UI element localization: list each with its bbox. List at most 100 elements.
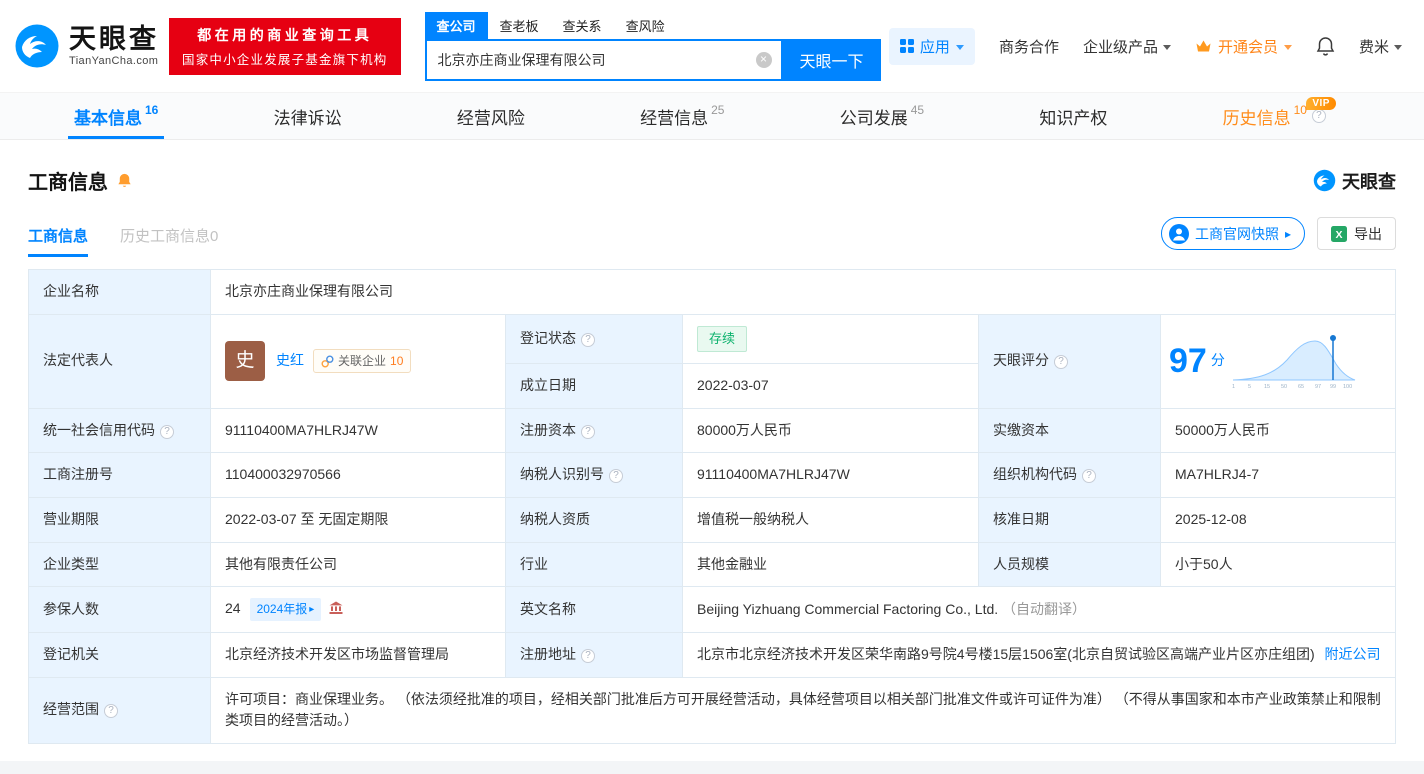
term-value-cell: 2022-03-07 至 无固定期限 [210, 496, 506, 543]
apps-menu[interactable]: 应用 [888, 27, 975, 65]
address-label-cell: 注册地址? [505, 631, 683, 678]
section-title-wrap: 工商信息 [28, 166, 133, 195]
menu-vip-label: 开通会员 [1217, 38, 1278, 56]
reg-authority-value-cell: 北京经济技术开发区市场监督管理局 [210, 631, 506, 678]
legal-rep-avatar[interactable]: 史 [225, 341, 265, 382]
nav-tab-count: 16 [145, 103, 159, 117]
reg-capital-label: 注册资本 [520, 421, 576, 438]
org-code-value-cell: MA7HLRJ4-7 [1160, 452, 1396, 498]
scope-label-cell: 经营范围? [28, 676, 211, 744]
legal-rep-label-cell: 法定代表人 [28, 313, 211, 409]
nav-tab-label: 知识产权 [1039, 108, 1108, 128]
nav-tab-label: 法律诉讼 [273, 108, 342, 128]
crown-icon [1196, 40, 1211, 52]
caret-down-icon [1162, 44, 1171, 50]
main-content: 工商信息 天眼查 工商信息 历史工商信息0 工商官网快照 ▸ X 导出 企业名称… [0, 166, 1424, 744]
menu-enterprise-products[interactable]: 企业级产品 [1083, 36, 1171, 57]
status-badge: 存续 [697, 325, 748, 352]
search-tab-boss[interactable]: 查老板 [488, 12, 551, 39]
subscribe-bell-icon[interactable] [116, 172, 133, 189]
search-button[interactable]: 天眼一下 [782, 38, 881, 81]
reg-status-value-cell: 存续 [682, 313, 979, 364]
taxpayer-quality-value: 增值税一般纳税人 [697, 510, 809, 527]
nav-tab-intellectual-property[interactable]: 知识产权 [1029, 93, 1117, 139]
nearby-companies-link[interactable]: 附近公司 [1325, 646, 1381, 662]
help-icon[interactable]: ? [581, 648, 595, 663]
table-row: 登记机关 北京经济技术开发区市场监督管理局 注册地址? 北京市北京经济技术开发区… [28, 631, 1396, 678]
annual-report-tag[interactable]: 2024年报 ▸ [249, 598, 322, 621]
logo-text: 天眼查 TianYanCha.com [69, 23, 159, 68]
related-companies-label: 关联企业 [338, 353, 387, 368]
legal-rep-name-link[interactable]: 史红 [276, 350, 304, 372]
help-icon[interactable]: ? [160, 424, 174, 439]
reg-authority-label: 登记机关 [43, 645, 99, 662]
help-icon[interactable]: ? [1082, 469, 1096, 484]
scope-label: 经营范围 [43, 701, 99, 718]
score-distribution-chart: 1 5 15 50 65 97 99 100 [1232, 335, 1355, 390]
search-input-wrap: × [424, 38, 783, 81]
legal-rep-label: 法定代表人 [43, 352, 113, 369]
paid-capital-label: 实缴资本 [993, 421, 1049, 438]
nav-tab-basic-info[interactable]: 基本信息 16 [64, 93, 168, 139]
notifications-button[interactable] [1316, 36, 1335, 57]
menu-open-vip[interactable]: 开通会员 [1195, 36, 1292, 57]
government-building-icon[interactable] [329, 601, 343, 615]
help-icon[interactable]: ? [581, 332, 595, 347]
svg-text:100: 100 [1343, 384, 1352, 390]
section-header: 工商信息 天眼查 [28, 166, 1396, 195]
taxpayer-quality-label-cell: 纳税人资质 [505, 496, 683, 543]
credit-code-value: 91110400MA7HLRJ47W [225, 421, 378, 438]
clear-search-icon[interactable]: × [755, 51, 772, 68]
caret-down-icon [1394, 44, 1402, 50]
org-code-label: 组织机构代码 [993, 466, 1077, 483]
svg-text:5: 5 [1248, 384, 1251, 390]
user-name: 费米 [1358, 38, 1389, 56]
nav-tab-legal[interactable]: 法律诉讼 [264, 93, 352, 139]
subtab-business-info[interactable]: 工商信息 [28, 225, 89, 257]
subtab-history-business-info[interactable]: 历史工商信息0 [120, 225, 218, 257]
slogan-line1: 都在用的商业查询工具 [197, 26, 373, 43]
nav-tab-operating-info[interactable]: 经营信息 25 [630, 93, 734, 139]
export-button[interactable]: X 导出 [1317, 217, 1396, 250]
company-name-value: 北京亦庄商业保理有限公司 [225, 283, 393, 299]
help-icon[interactable]: ? [609, 469, 623, 484]
industry-label: 行业 [520, 555, 548, 572]
slogan-banner: 都在用的商业查询工具 国家中小企业发展子基金旗下机构 [169, 17, 401, 75]
menu-cooperation[interactable]: 商务合作 [999, 36, 1059, 57]
reg-status-label-cell: 登记状态? [505, 313, 683, 364]
nav-tab-company-development[interactable]: 公司发展 45 [830, 93, 934, 139]
nav-tab-count: 45 [910, 103, 925, 117]
caret-down-icon [1283, 44, 1292, 50]
search-tab-relation[interactable]: 查关系 [551, 12, 614, 39]
user-menu[interactable]: 费米 [1359, 36, 1402, 57]
reg-authority-label-cell: 登记机关 [28, 631, 211, 678]
address-value-cell: 北京市北京经济技术开发区荣华南路9号院4号楼15层1506室(北京自贸试验区高端… [682, 631, 1396, 678]
table-row: 统一社会信用代码? 91110400MA7HLRJ47W 注册资本? 80000… [28, 407, 1396, 454]
help-icon[interactable]: ? [581, 424, 595, 439]
taxpayer-id-value: 91110400MA7HLRJ47W [697, 466, 850, 483]
logo-brand: 天眼查 [69, 23, 159, 54]
logo-domain: TianYanCha.com [69, 55, 159, 68]
tianyancha-logo[interactable]: 天眼查 TianYanCha.com [14, 23, 159, 69]
establish-date-label: 成立日期 [520, 376, 576, 393]
establish-date-value: 2022-03-07 [697, 376, 769, 393]
apps-grid-icon [899, 39, 914, 53]
nav-tab-operating-risk[interactable]: 经营风险 [447, 93, 535, 139]
search-tab-company[interactable]: 查公司 [424, 11, 488, 39]
reg-capital-value: 80000万人民币 [697, 421, 792, 438]
nav-tab-label: 历史信息 [1222, 108, 1291, 128]
term-value: 2022-03-07 至 无固定期限 [225, 510, 389, 527]
search-tab-risk[interactable]: 查风险 [614, 12, 677, 39]
nav-tab-label: 经营风险 [456, 108, 525, 128]
score-unit: 分 [1210, 352, 1225, 369]
help-icon[interactable]: ? [1311, 109, 1326, 123]
nav-tab-label: 公司发展 [839, 108, 908, 128]
help-icon[interactable]: ? [104, 704, 118, 719]
related-companies-badge[interactable]: 关联企业 10 [313, 348, 412, 374]
company-type-value: 其他有限责任公司 [225, 555, 337, 572]
nav-tab-history-info[interactable]: VIP 历史信息 10 ? [1213, 93, 1360, 139]
official-snapshot-button[interactable]: 工商官网快照 ▸ [1160, 217, 1305, 250]
nav-tab-label: 经营信息 [640, 108, 709, 128]
search-input[interactable] [424, 38, 783, 81]
help-icon[interactable]: ? [1054, 355, 1068, 370]
